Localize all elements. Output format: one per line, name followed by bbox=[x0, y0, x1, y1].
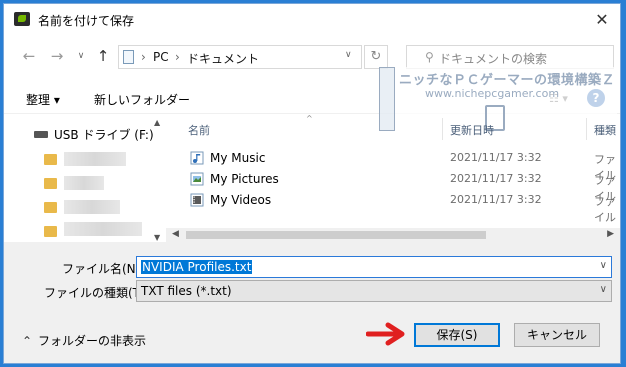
file-name: My Music bbox=[210, 151, 266, 165]
recent-locations-button[interactable]: ∨ bbox=[72, 46, 90, 66]
file-row[interactable]: My Pictures 2021/11/17 3:32 ファイル bbox=[186, 169, 616, 203]
column-divider[interactable] bbox=[442, 118, 443, 140]
usb-drive-icon bbox=[34, 131, 48, 138]
filetype-value: TXT files (*.txt) bbox=[141, 284, 232, 298]
file-row[interactable]: My Music 2021/11/17 3:32 ファイル bbox=[186, 148, 616, 182]
watermark-url: www.nichepcgamer.com bbox=[425, 87, 560, 100]
organize-menu[interactable]: 整理 ▾ bbox=[26, 91, 60, 108]
horizontal-scrollbar[interactable]: ◀ ▶ bbox=[166, 228, 620, 242]
filetype-label: ファイルの種類(T): bbox=[44, 286, 149, 300]
breadcrumb-separator-icon: › bbox=[175, 50, 180, 64]
save-options-panel: ファイル名(N): NVIDIA Profiles.txt ∨ ファイルの種類(… bbox=[4, 242, 620, 363]
search-box[interactable]: ⚲ ドキュメントの検索 bbox=[406, 45, 614, 69]
folder-icon bbox=[44, 178, 57, 189]
nav-pane-scrollbar[interactable]: ▲ ▼ bbox=[154, 118, 164, 242]
file-list: ^ 名前 更新日時 種類 My Music 2021/11/17 3:32 ファ… bbox=[166, 114, 620, 242]
breadcrumb-pc[interactable]: PC bbox=[153, 50, 169, 64]
close-button[interactable]: ✕ bbox=[592, 10, 612, 30]
up-arrow-icon: ↑ bbox=[96, 47, 110, 65]
forward-button[interactable]: → bbox=[48, 46, 66, 66]
save-button[interactable]: 保存(S) bbox=[414, 323, 500, 347]
blurred-folder-name[interactable] bbox=[64, 222, 142, 236]
hide-folders-toggle[interactable]: ⌃ フォルダーの非表示 bbox=[22, 332, 146, 349]
back-arrow-icon: ← bbox=[22, 47, 36, 65]
column-header-date[interactable]: 更新日時 bbox=[450, 122, 494, 138]
file-name: My Videos bbox=[210, 193, 272, 207]
file-date: 2021/11/17 3:32 bbox=[450, 193, 542, 206]
address-history-chevron-icon[interactable]: ∨ bbox=[345, 50, 352, 60]
column-header-type[interactable]: 種類 bbox=[594, 122, 616, 138]
scroll-left-icon[interactable]: ◀ bbox=[172, 229, 179, 239]
cancel-button[interactable]: キャンセル bbox=[514, 323, 600, 347]
videos-folder-icon bbox=[190, 193, 204, 207]
column-header-name[interactable]: 名前 bbox=[188, 122, 210, 138]
folder-icon bbox=[44, 226, 57, 237]
pictures-folder-icon bbox=[190, 172, 204, 186]
watermark-title: ニッチなＰＣゲーマーの環境構築Ｚ bbox=[399, 73, 616, 88]
chevron-down-icon[interactable]: ∨ bbox=[600, 260, 607, 271]
close-icon: ✕ bbox=[595, 10, 609, 29]
scrollbar-thumb[interactable] bbox=[186, 231, 486, 239]
filetype-select[interactable]: TXT files (*.txt) ∨ bbox=[136, 280, 612, 302]
sort-indicator-icon: ^ bbox=[306, 114, 313, 123]
chevron-up-icon: ⌃ bbox=[22, 334, 33, 348]
chevron-down-icon: ∨ bbox=[77, 51, 85, 61]
forward-arrow-icon: → bbox=[50, 47, 64, 65]
refresh-button[interactable]: ↻ bbox=[364, 45, 388, 69]
navigation-pane: USB ドライブ (F:) ▲ ▼ bbox=[4, 114, 164, 242]
red-arrow-icon bbox=[366, 322, 405, 346]
address-bar[interactable]: › PC › ドキュメント ∨ bbox=[118, 45, 362, 69]
filename-input[interactable]: NVIDIA Profiles.txt ∨ bbox=[136, 256, 612, 278]
chevron-down-icon: ∨ bbox=[599, 284, 607, 295]
back-button[interactable]: ← bbox=[20, 46, 38, 66]
filename-label: ファイル名(N): bbox=[62, 262, 145, 276]
hide-folders-label: フォルダーの非表示 bbox=[38, 334, 147, 348]
nav-item-usb-drive[interactable]: USB ドライブ (F:) bbox=[54, 126, 154, 143]
blurred-folder-name[interactable] bbox=[64, 176, 104, 190]
documents-icon bbox=[123, 50, 134, 64]
folder-icon bbox=[44, 202, 57, 213]
new-folder-button[interactable]: 新しいフォルダー bbox=[94, 91, 190, 108]
breadcrumb-documents[interactable]: ドキュメント bbox=[187, 50, 259, 67]
blurred-folder-name[interactable] bbox=[64, 200, 120, 214]
scroll-down-icon[interactable]: ▼ bbox=[154, 233, 160, 242]
filename-value: NVIDIA Profiles.txt bbox=[141, 260, 253, 274]
file-row[interactable]: My Videos 2021/11/17 3:32 ファイル bbox=[186, 190, 616, 224]
search-icon: ⚲ bbox=[425, 50, 434, 64]
folder-icon bbox=[44, 154, 57, 165]
title-bar: 名前を付けて保存 ✕ bbox=[4, 4, 620, 34]
nvidia-app-icon bbox=[14, 12, 30, 26]
search-placeholder: ドキュメントの検索 bbox=[439, 52, 548, 66]
up-button[interactable]: ↑ bbox=[94, 46, 112, 66]
file-date: 2021/11/17 3:32 bbox=[450, 172, 542, 185]
save-dialog: 名前を付けて保存 ✕ ← → ∨ ↑ › PC › ドキュメント ∨ ↻ ⚲ ド… bbox=[3, 3, 621, 364]
scroll-up-icon[interactable]: ▲ bbox=[154, 118, 160, 127]
file-name: My Pictures bbox=[210, 172, 279, 186]
window-title: 名前を付けて保存 bbox=[38, 14, 135, 28]
file-type: ファイル bbox=[594, 195, 616, 224]
scroll-right-icon[interactable]: ▶ bbox=[607, 229, 614, 239]
music-folder-icon bbox=[190, 151, 204, 165]
column-divider[interactable] bbox=[586, 118, 587, 140]
file-date: 2021/11/17 3:32 bbox=[450, 151, 542, 164]
breadcrumb-separator-icon: › bbox=[141, 50, 146, 64]
blurred-folder-name[interactable] bbox=[64, 152, 126, 166]
refresh-icon: ↻ bbox=[370, 49, 382, 64]
